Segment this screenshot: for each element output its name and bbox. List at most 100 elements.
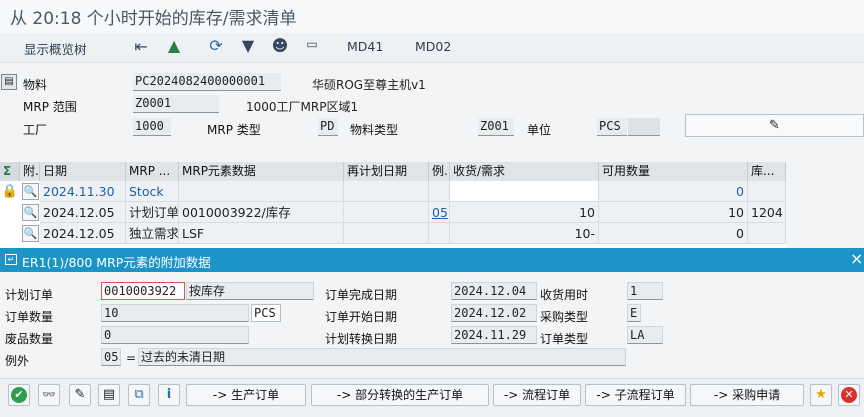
exception-code-field[interactable]: 05 — [101, 348, 121, 366]
order-quantity-label: 订单数量 — [5, 310, 54, 324]
exception-text: 过去的未清日期 — [138, 348, 626, 366]
detail-button[interactable]: ▤ — [98, 384, 120, 406]
md02-button[interactable]: MD02 — [415, 39, 451, 54]
row-storage: 1204 — [748, 202, 786, 223]
row-exception — [429, 223, 450, 244]
material-label: 物料 — [23, 78, 48, 92]
plant-field[interactable]: 1000 — [133, 118, 171, 136]
to-production-order-button[interactable]: -> 生产订单 — [186, 384, 306, 406]
row-mrp-element-data: 0010003922/库存 — [179, 202, 344, 223]
material-field[interactable]: PC2024082400000001 — [133, 73, 281, 91]
material-header-icon[interactable]: ▤ — [1, 74, 17, 90]
edit-document-icon: ✎ — [769, 118, 780, 133]
col-header-available-qty[interactable]: 可用数量 — [599, 162, 748, 181]
cancel-button[interactable]: ✕ — [838, 384, 860, 406]
row-exception-link[interactable]: 05 — [429, 202, 450, 223]
header-details-button[interactable]: ✎ — [685, 114, 864, 137]
to-purchase-requisition-button[interactable]: -> 采购申请 — [690, 384, 804, 406]
dialog-window-icon: ↵ — [5, 254, 17, 265]
row-available-qty: 0 — [599, 223, 748, 244]
row-date: 2024.12.05 — [40, 223, 126, 244]
sum-column-header[interactable]: Σ — [0, 162, 20, 181]
procurement-type-field[interactable]: E — [627, 304, 641, 322]
document-icon: ▤ — [102, 387, 116, 402]
refresh-icon[interactable]: ⟳ — [206, 38, 226, 54]
header-area — [0, 64, 864, 156]
col-header-date[interactable]: 日期 — [40, 162, 126, 181]
copy-button[interactable]: ⧉ — [128, 384, 150, 406]
md41-button[interactable]: MD41 — [347, 39, 383, 54]
col-header-receipt-requirement[interactable]: 收货/需求 — [450, 162, 599, 181]
row-available-qty: 0 — [599, 181, 748, 202]
planned-order-field[interactable]: 0010003922 — [101, 282, 185, 300]
cancel-icon: ✕ — [841, 387, 857, 403]
info-button[interactable]: i — [158, 384, 180, 406]
row-detail-icon[interactable]: 🔍 — [22, 225, 39, 242]
order-quantity-field[interactable]: 10 — [101, 304, 249, 322]
row-detail-icon[interactable]: 🔍 — [22, 204, 39, 221]
row-mrp-element-data — [179, 181, 344, 202]
row-reschedule-date — [344, 223, 429, 244]
order-type-field[interactable]: LA — [627, 326, 663, 344]
col-header-exception[interactable]: 例. — [429, 162, 450, 181]
popup-title: ER1(1)/800 MRP元素的附加数据 — [22, 255, 211, 270]
col-header-attach[interactable]: 附. — [20, 162, 40, 181]
material-type-label: 物料类型 — [350, 123, 399, 137]
mrp-type-label: MRP 类型 — [207, 123, 261, 137]
unit-field[interactable]: PCS — [597, 118, 627, 136]
to-process-order-button[interactable]: -> 流程订单 — [493, 384, 581, 406]
order-quantity-unit: PCS — [251, 304, 281, 322]
material-type-field[interactable]: Z001 — [478, 118, 514, 136]
conversion-date-field[interactable]: 2024.11.29 — [451, 326, 537, 344]
order-start-date-field[interactable]: 2024.12.02 — [451, 304, 537, 322]
row-mrp-element-data: LSF — [179, 223, 344, 244]
order-finish-date-field[interactable]: 2024.12.04 — [451, 282, 537, 300]
display-button[interactable]: 👓 — [38, 384, 60, 406]
row-detail-icon[interactable]: 🔍 — [22, 183, 39, 200]
filter-icon[interactable]: ▼ — [238, 38, 258, 54]
order-type-label: 订单类型 — [540, 332, 589, 346]
order-start-date-label: 订单开始日期 — [325, 310, 398, 324]
row-reschedule-date — [344, 181, 429, 202]
back-to-list-icon[interactable]: ⇤ — [131, 39, 151, 55]
show-overview-tree-button[interactable]: 显示概览树 — [24, 39, 87, 58]
scrap-quantity-label: 废品数量 — [5, 332, 54, 346]
col-header-reschedule-date[interactable]: 再计划日期 — [344, 162, 429, 181]
close-icon[interactable]: × — [850, 250, 863, 268]
mrp-type-field[interactable]: PD — [318, 118, 338, 136]
more-icon[interactable]: ▭ — [302, 36, 322, 52]
to-sub-process-order-button[interactable]: -> 子流程订单 — [585, 384, 686, 406]
change-button[interactable]: ✎ — [69, 384, 91, 406]
glasses-icon: 👓 — [42, 388, 56, 401]
mrp-area-label: MRP 范围 — [23, 100, 77, 114]
user-settings-icon[interactable]: ☻ — [270, 38, 290, 54]
gr-processing-time-field[interactable]: 1 — [627, 282, 663, 300]
col-header-storage[interactable]: 库... — [748, 162, 786, 181]
procurement-type-label: 采购类型 — [540, 310, 589, 324]
to-partially-converted-production-order-button[interactable]: -> 部分转换的生产订单 — [311, 384, 489, 406]
gr-processing-time-label: 收货用时 — [540, 288, 589, 302]
planned-order-description: 按库存 — [186, 282, 314, 300]
col-header-mrp-element[interactable]: MRP ... — [126, 162, 179, 181]
col-header-mrp-element-data[interactable]: MRP元素数据 — [179, 162, 344, 181]
mrp-area-description: 1000工厂MRP区域1 — [246, 100, 359, 114]
confirm-button[interactable]: ✔ — [8, 384, 30, 406]
window-title: 从 20:18 个小时开始的库存/需求清单 — [10, 9, 297, 29]
favorite-button[interactable]: ★ — [810, 384, 832, 406]
row-storage — [748, 223, 786, 244]
row-receipt-requirement — [450, 181, 599, 202]
scrap-quantity-field[interactable]: 0 — [101, 326, 249, 344]
row-receipt-requirement: 10 — [450, 202, 599, 223]
mrp-element-grid: Σ 附. 日期 MRP ... MRP元素数据 再计划日期 例. 收货/需求 可… — [0, 162, 786, 248]
mrp-area-field[interactable]: Z0001 — [133, 95, 219, 113]
exception-equals: = — [126, 351, 137, 365]
plant-label: 工厂 — [23, 123, 48, 137]
star-icon: ★ — [815, 387, 827, 402]
check-icon: ✔ — [11, 387, 27, 403]
collective-display-icon[interactable]: ▲ — [164, 38, 184, 54]
order-finish-date-label: 订单完成日期 — [325, 288, 398, 302]
row-mrp-element: 独立需求 — [126, 223, 179, 244]
unit-field-extension — [628, 118, 660, 136]
copy-icon: ⧉ — [134, 387, 144, 402]
row-available-qty: 10 — [599, 202, 748, 223]
